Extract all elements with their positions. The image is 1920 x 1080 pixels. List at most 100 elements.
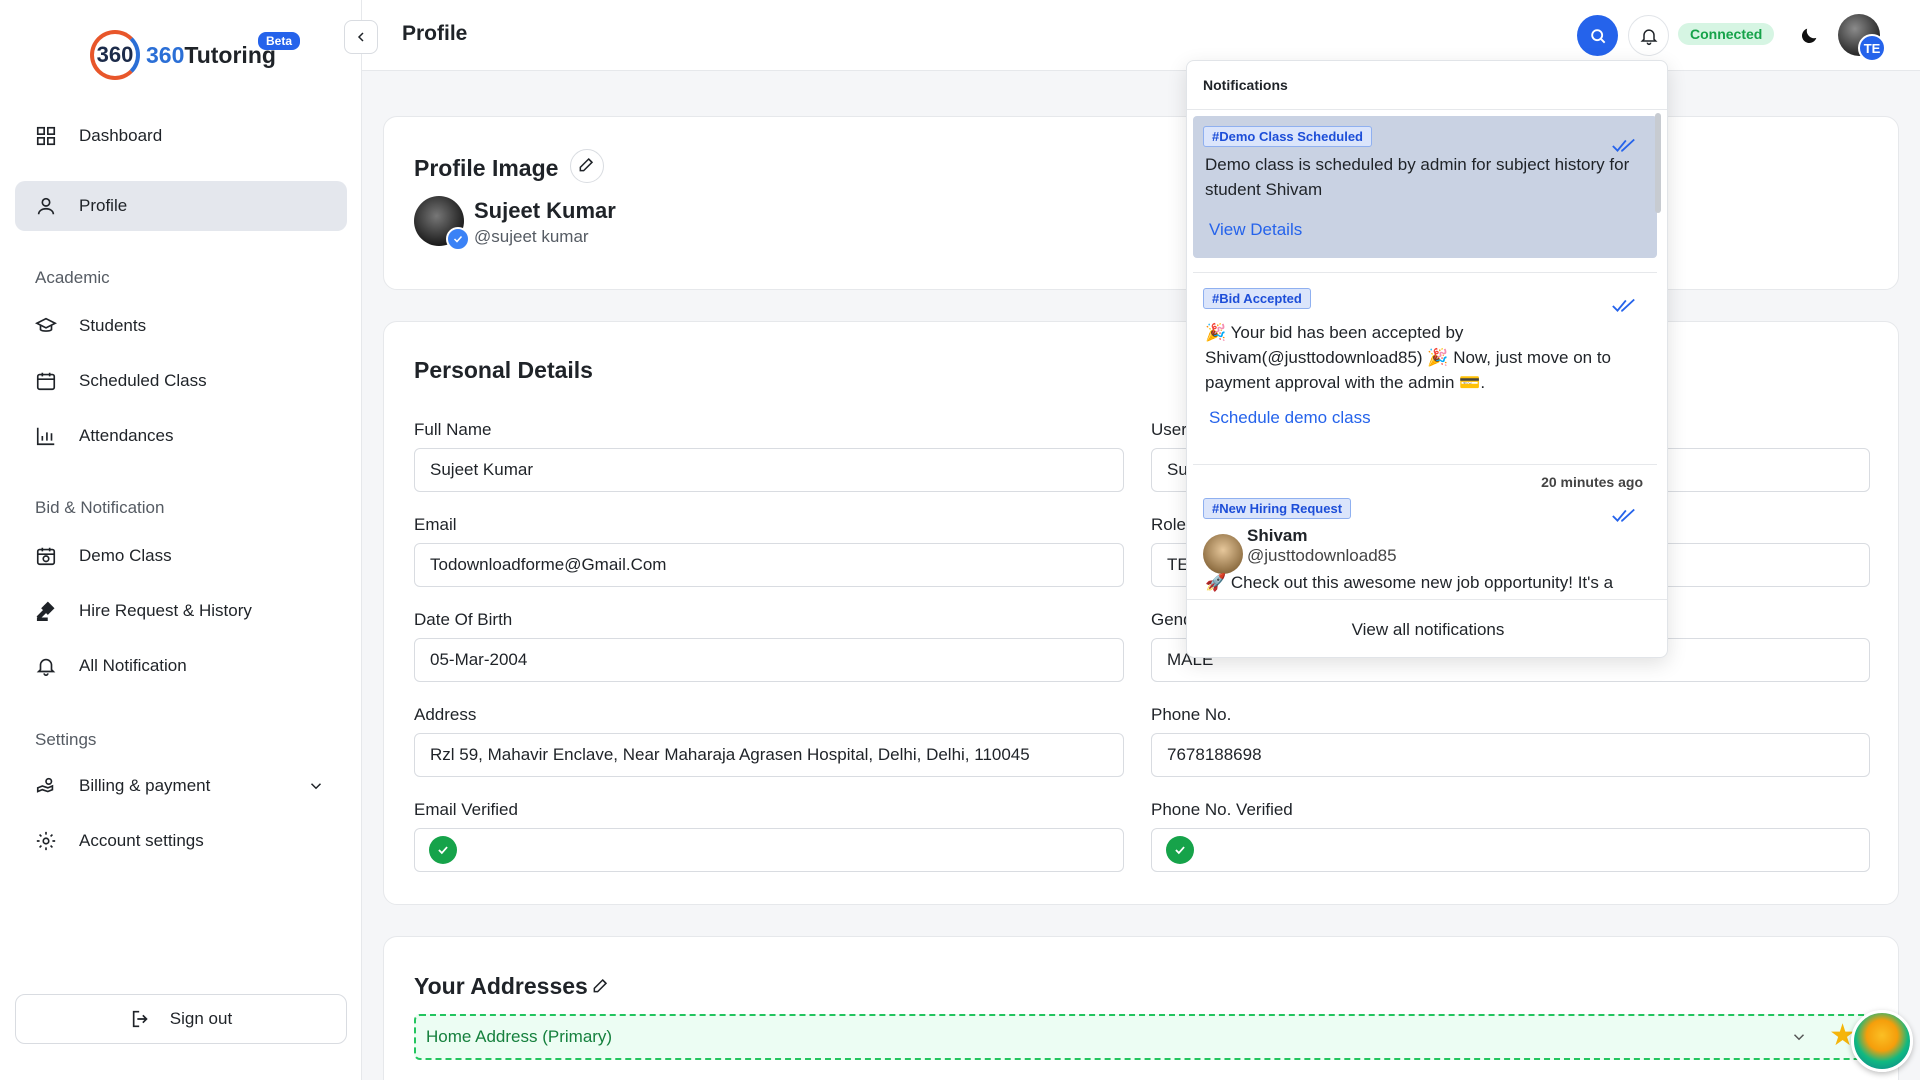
edit-profile-image-button[interactable]	[570, 149, 604, 183]
edit-icon[interactable]	[591, 975, 611, 1000]
notifications-list[interactable]: #Demo Class Scheduled Demo class is sche…	[1187, 109, 1667, 599]
notification-text: 🎉 Your bid has been accepted by Shivam(@…	[1205, 323, 1611, 392]
sidebar-item-label: Profile	[79, 196, 128, 215]
verified-badge-icon	[446, 227, 470, 251]
primary-address-row[interactable]: Home Address (Primary) ★	[414, 1014, 1870, 1060]
logo[interactable]: 360 360Tutoring Beta	[90, 30, 301, 80]
sender-handle: @justtodownload85	[1247, 546, 1397, 565]
sidebar-item-students[interactable]: Students	[15, 301, 347, 351]
edit-icon	[577, 154, 597, 179]
sign-out-button[interactable]: Sign out	[15, 994, 347, 1044]
sidebar-item-scheduled-class[interactable]: Scheduled Class	[15, 356, 347, 406]
sidebar-item-label: Account settings	[79, 831, 204, 850]
notification-time: 20 minutes ago	[1541, 474, 1643, 490]
sidebar-item-label: Students	[79, 316, 147, 335]
theme-toggle-button[interactable]	[1791, 18, 1827, 54]
double-check-icon	[1611, 508, 1637, 529]
notifications-button[interactable]	[1628, 15, 1669, 56]
moon-icon	[1801, 28, 1817, 44]
notification-text: Demo class is scheduled by admin for sub…	[1205, 155, 1630, 199]
phone-verified-label: Phone No. Verified	[1151, 800, 1293, 819]
sidebar-item-dashboard[interactable]: Dashboard	[15, 111, 347, 161]
sidebar: 360 360Tutoring Beta Dashboard Profile A…	[0, 0, 362, 1080]
logo-text: 360Tutoring	[146, 41, 276, 68]
section-academic: Academic	[35, 268, 110, 287]
bell-icon	[1640, 28, 1657, 45]
notifications-scrollbar[interactable]	[1655, 113, 1661, 213]
check-circle-icon	[1166, 836, 1194, 864]
beta-badge: Beta	[258, 32, 301, 50]
notifications-dropdown: Notifications #Demo Class Scheduled Demo…	[1186, 60, 1668, 658]
notification-item[interactable]: 20 minutes ago #New Hiring Request Shiva…	[1193, 470, 1657, 599]
divider	[1193, 464, 1657, 465]
sidebar-item-all-notification[interactable]: All Notification	[15, 641, 347, 691]
bar-chart-icon	[33, 423, 59, 449]
calendar-clock-icon	[33, 543, 59, 569]
email-verified-label: Email Verified	[414, 800, 518, 819]
view-all-notifications-button[interactable]: View all notifications	[1187, 599, 1667, 657]
notification-item[interactable]: #Bid Accepted 🎉 Your bid has been accept…	[1193, 278, 1657, 458]
section-bid-notification: Bid & Notification	[35, 498, 165, 517]
hand-coin-icon	[33, 773, 59, 799]
username-label: User	[1151, 420, 1187, 439]
chevron-down-icon[interactable]	[1790, 1028, 1808, 1051]
sidebar-item-label: Billing & payment	[79, 776, 211, 795]
sidebar-item-billing[interactable]: Billing & payment	[15, 761, 347, 811]
phone-field[interactable]: 7678188698	[1151, 733, 1870, 777]
notification-item[interactable]: #Demo Class Scheduled Demo class is sche…	[1193, 116, 1657, 258]
calendar-icon	[33, 368, 59, 394]
logo-mark: 360	[90, 30, 140, 80]
notifications-title: Notifications	[1203, 77, 1288, 93]
dob-label: Date Of Birth	[414, 610, 513, 629]
sidebar-item-label: All Notification	[79, 656, 187, 675]
primary-address-label: Home Address (Primary)	[426, 1027, 613, 1046]
sidebar-item-hire-request[interactable]: Hire Request & History	[15, 586, 347, 636]
collapse-sidebar-button[interactable]	[344, 20, 378, 54]
sidebar-item-label: Dashboard	[79, 126, 163, 145]
email-label: Email	[414, 515, 457, 534]
sign-out-label: Sign out	[169, 1009, 233, 1028]
search-icon	[1590, 28, 1605, 43]
full-name-field[interactable]: Sujeet Kumar	[414, 448, 1124, 492]
role-label: Role	[1151, 515, 1186, 534]
address-label: Address	[414, 705, 477, 724]
phone-label: Phone No.	[1151, 705, 1232, 724]
dob-field[interactable]: 05-Mar-2004	[414, 638, 1124, 682]
graduation-cap-icon	[33, 313, 59, 339]
sender-avatar	[1203, 534, 1243, 574]
sender-name: Shivam	[1247, 526, 1308, 545]
personal-details-card: Personal Details Full Name Sujeet Kumar …	[383, 321, 1899, 905]
sidebar-item-account-settings[interactable]: Account settings	[15, 816, 347, 866]
email-field[interactable]: Todownloadforme@Gmail.Com	[414, 543, 1124, 587]
bell-icon	[33, 653, 59, 679]
schedule-demo-class-link[interactable]: Schedule demo class	[1209, 408, 1371, 428]
sidebar-item-attendances[interactable]: Attendances	[15, 411, 347, 461]
sidebar-item-profile[interactable]: Profile	[15, 181, 347, 231]
sidebar-item-label: Attendances	[79, 426, 174, 445]
chevron-down-icon[interactable]	[307, 777, 325, 800]
sidebar-item-label: Demo Class	[79, 546, 172, 565]
gavel-icon	[33, 598, 59, 624]
notification-tag: #New Hiring Request	[1203, 498, 1352, 519]
notification-tag: #Bid Accepted	[1203, 288, 1311, 309]
sidebar-item-label: Hire Request & History	[79, 601, 252, 620]
sidebar-item-demo-class[interactable]: Demo Class	[15, 531, 347, 581]
addresses-title: Your Addresses	[414, 973, 588, 999]
user-icon	[33, 193, 59, 219]
search-button[interactable]	[1577, 15, 1618, 56]
profile-name: Sujeet Kumar	[474, 198, 616, 223]
profile-username: @sujeet kumar	[474, 227, 589, 246]
gear-icon	[33, 828, 59, 854]
address-field[interactable]: Rzl 59, Mahavir Enclave, Near Maharaja A…	[414, 733, 1124, 777]
check-circle-icon	[429, 836, 457, 864]
grid-icon	[33, 123, 59, 149]
double-check-icon	[1611, 298, 1637, 319]
divider	[1193, 272, 1657, 273]
floating-assistant-button[interactable]	[1851, 1010, 1913, 1072]
page-title: Profile	[402, 22, 468, 45]
section-settings: Settings	[35, 730, 97, 749]
notification-text: 🚀 Check out this awesome new job opportu…	[1205, 573, 1614, 592]
view-details-link[interactable]: View Details	[1209, 220, 1302, 240]
user-initials-badge: TE	[1858, 34, 1886, 62]
phone-verified-field	[1151, 828, 1870, 872]
